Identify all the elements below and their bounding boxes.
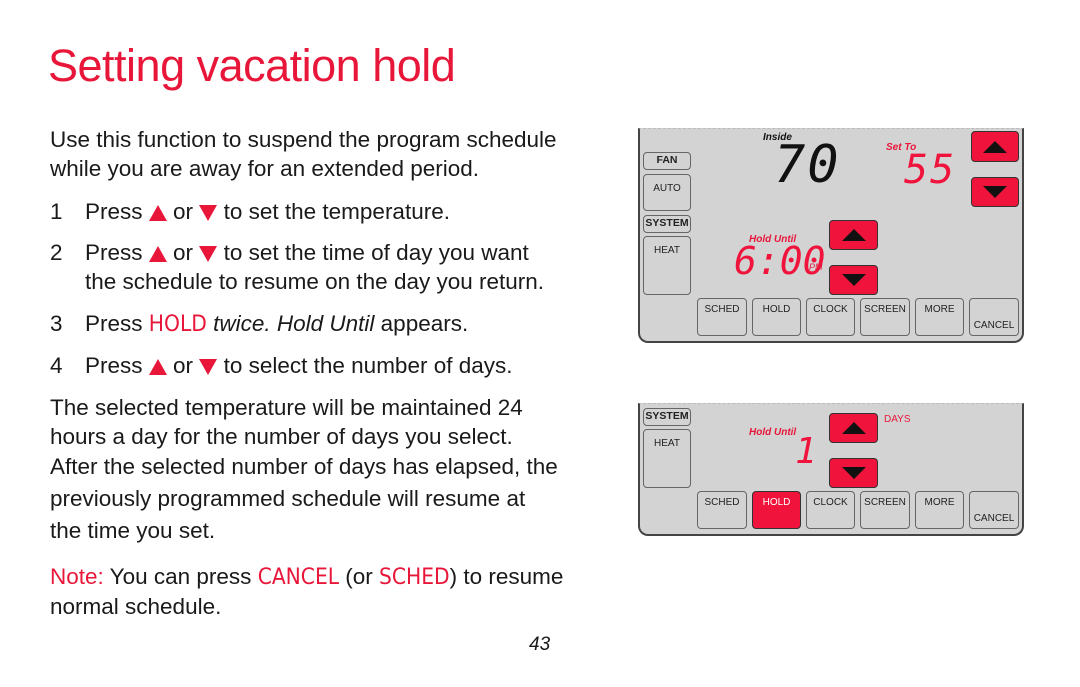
step-text: to set the time of day you want: [223, 240, 529, 265]
am-pm-indicator: PM: [809, 262, 823, 272]
system-label: SYSTEM: [643, 215, 691, 233]
step-text: Press: [85, 240, 143, 265]
cancel-button[interactable]: CANCEL: [969, 298, 1019, 336]
up-arrow-icon: [148, 205, 167, 221]
up-arrow-icon: [148, 359, 167, 375]
clock-button[interactable]: CLOCK: [806, 491, 855, 529]
step-2: 2 Press or to set the time of day you wa…: [50, 238, 610, 296]
sched-keyword: SCHED: [379, 564, 450, 590]
step-text: Hold Until: [276, 311, 375, 336]
paragraph-line: hours a day for the number of days you s…: [50, 424, 513, 449]
note-text: You can press: [109, 564, 252, 589]
days-up-button[interactable]: [829, 413, 878, 443]
intro-text: Use this function to suspend the program…: [50, 125, 557, 183]
step-text: to set the temperature.: [223, 199, 450, 224]
step-text: or: [173, 199, 194, 224]
step-number: 4: [50, 353, 63, 378]
down-arrow-icon: [199, 205, 218, 221]
step-text: appears.: [380, 311, 469, 336]
days-value: 1: [795, 431, 819, 472]
screen-button[interactable]: SCREEN: [860, 298, 910, 336]
system-label: SYSTEM: [643, 408, 691, 426]
hold-until-time: 6:00: [734, 239, 826, 283]
paragraph-line: After the selected number of days has el…: [50, 454, 558, 479]
step-number: 2: [50, 240, 63, 265]
paragraph-line: the time you set.: [50, 518, 216, 543]
step-text: Press: [85, 353, 143, 378]
sched-button[interactable]: SCHED: [697, 491, 747, 529]
note-text: (or: [345, 564, 373, 589]
down-arrow-icon: [199, 246, 218, 262]
step-text: or: [173, 353, 194, 378]
info-paragraph: The selected temperature will be maintai…: [50, 393, 558, 547]
clock-button[interactable]: CLOCK: [806, 298, 855, 336]
time-up-button[interactable]: [829, 220, 878, 250]
step-text: or: [173, 240, 194, 265]
set-to-temperature: 55: [904, 147, 957, 193]
note-text: normal schedule.: [50, 594, 222, 619]
cancel-keyword: CANCEL: [257, 564, 340, 590]
fan-label: FAN: [643, 152, 691, 170]
step-number: 3: [50, 311, 63, 336]
more-button[interactable]: MORE: [915, 298, 964, 336]
hold-button[interactable]: HOLD: [752, 298, 801, 336]
thermostat-display-set-time: FAN AUTO SYSTEM HEAT Inside 70 Set To 55…: [638, 128, 1024, 343]
note: Note: You can press CANCEL (or SCHED) to…: [50, 562, 563, 621]
step-text: to select the number of days.: [223, 353, 513, 378]
hold-until-label: Hold Until: [749, 427, 797, 438]
system-heat-button[interactable]: HEAT: [643, 236, 691, 295]
paragraph-line: The selected temperature will be maintai…: [50, 395, 523, 420]
paragraph-line: previously programmed schedule will resu…: [50, 486, 526, 511]
cancel-button[interactable]: CANCEL: [969, 491, 1019, 529]
more-button[interactable]: MORE: [915, 491, 964, 529]
intro-line: while you are away for an extended perio…: [50, 156, 480, 181]
step-1: 1 Press or to set the temperature.: [50, 197, 610, 226]
step-text: the schedule to resume on the day you re…: [85, 269, 545, 294]
fan-auto-button[interactable]: AUTO: [643, 174, 691, 211]
screen-button[interactable]: SCREEN: [860, 491, 910, 529]
hold-keyword: HOLD: [148, 311, 207, 337]
step-text: Press: [85, 311, 143, 336]
inside-temperature: 70: [774, 135, 841, 195]
time-down-button[interactable]: [829, 265, 878, 295]
temp-down-button[interactable]: [971, 177, 1019, 207]
temp-up-button[interactable]: [971, 131, 1019, 162]
page-number: 43: [529, 634, 551, 655]
down-arrow-icon: [199, 359, 218, 375]
intro-line: Use this function to suspend the program…: [50, 127, 557, 152]
sched-button[interactable]: SCHED: [697, 298, 747, 336]
step-text: twice.: [213, 311, 271, 336]
up-arrow-icon: [148, 246, 167, 262]
note-label: Note:: [50, 564, 104, 589]
hold-button-active[interactable]: HOLD: [752, 491, 801, 529]
days-down-button[interactable]: [829, 458, 878, 488]
step-text: Press: [85, 199, 143, 224]
note-text: ) to resume: [449, 564, 564, 589]
days-label: DAYS: [884, 414, 911, 425]
step-number: 1: [50, 199, 63, 224]
thermostat-display-set-days: SYSTEM HEAT Hold Until 1 DAYS SCHED HOLD…: [638, 403, 1024, 536]
system-heat-button[interactable]: HEAT: [643, 429, 691, 488]
page-title: Setting vacation hold: [48, 40, 456, 91]
step-4: 4 Press or to select the number of days.: [50, 351, 610, 380]
step-3: 3 Press HOLD twice. Hold Until appears.: [50, 309, 610, 339]
